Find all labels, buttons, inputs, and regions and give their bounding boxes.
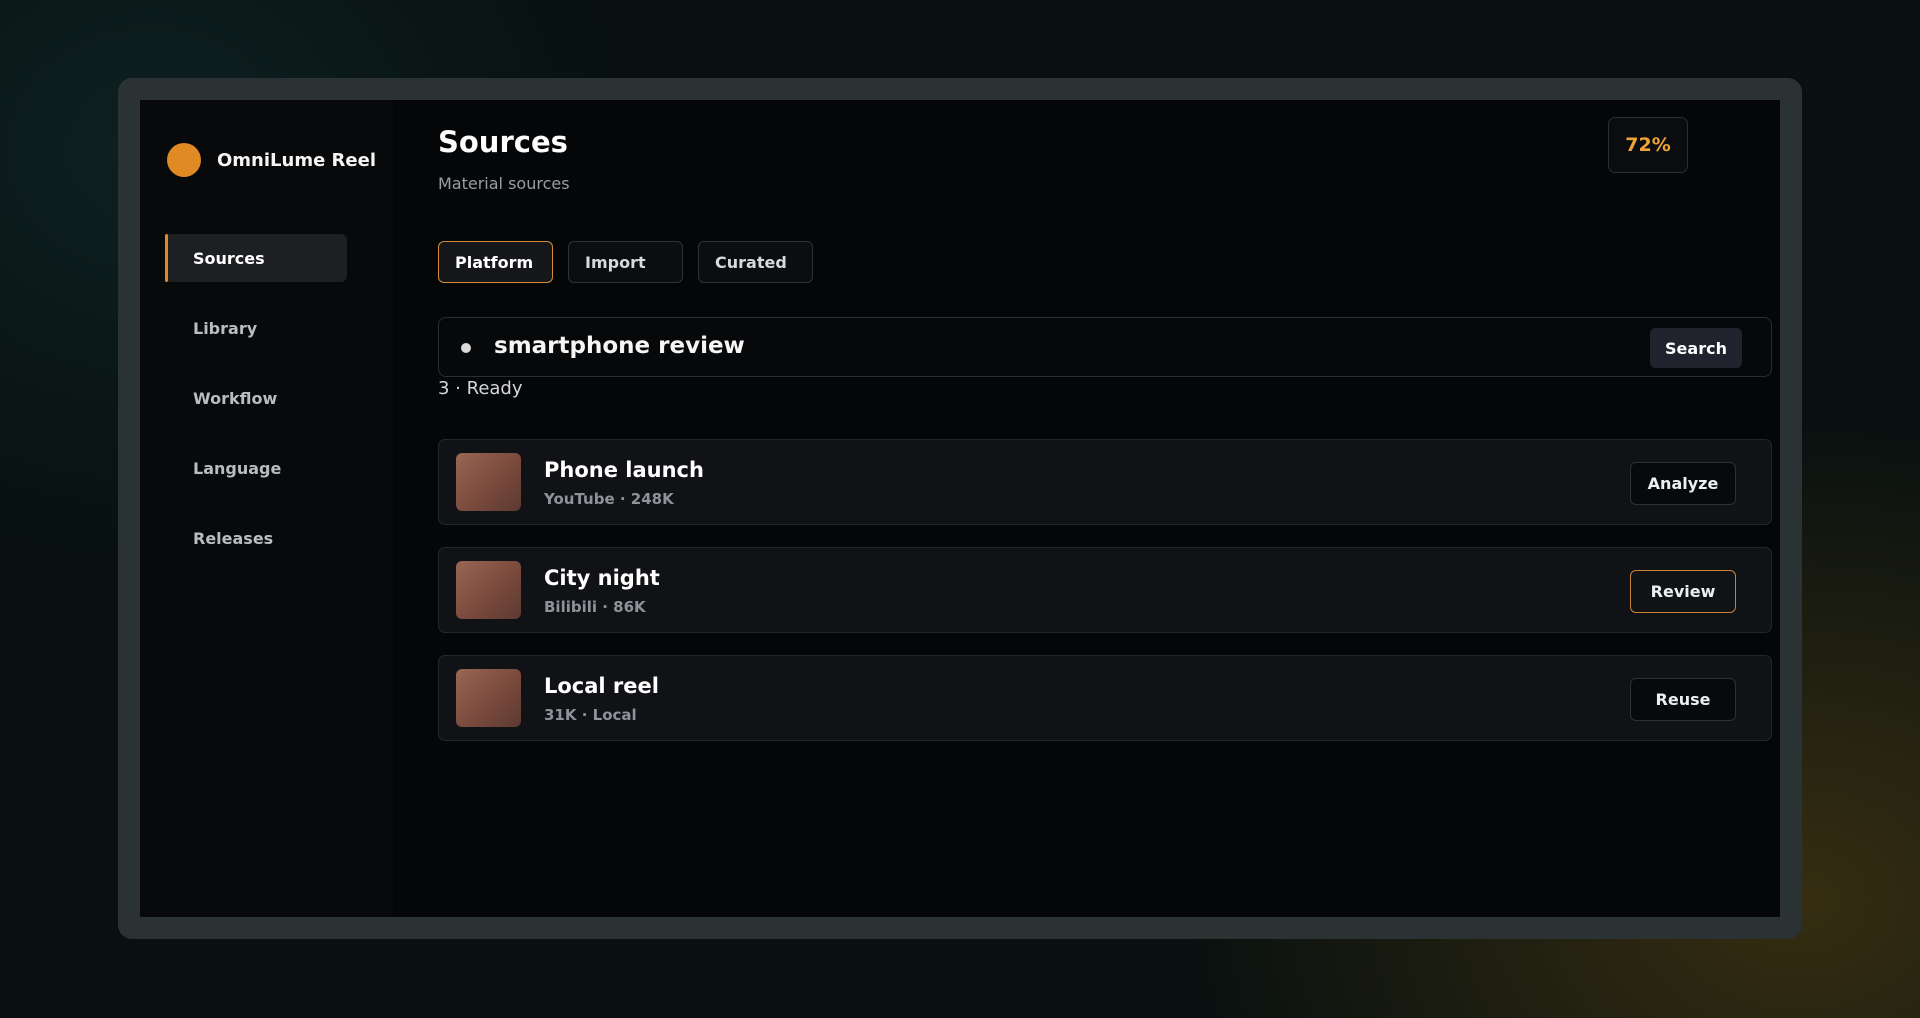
sidebar-nav: Sources Library Workflow Language Releas…: [165, 234, 375, 584]
item-meta: YouTube · 248K: [544, 490, 674, 508]
thumbnail-image: [456, 561, 521, 619]
sidebar-item-label: Sources: [193, 248, 265, 268]
list-item[interactable]: Local reel 31K · Local Reuse: [438, 655, 1772, 741]
thumbnail-image: [456, 669, 521, 727]
sidebar-item-label: Language: [193, 458, 282, 478]
sidebar-item-workflow[interactable]: Workflow: [165, 374, 375, 422]
search-bar[interactable]: smartphone review Search: [438, 317, 1772, 377]
sidebar-item-label: Releases: [193, 528, 274, 548]
sidebar-item-label: Library: [193, 318, 258, 338]
main-content: Sources Material sources 72% Platform Im…: [438, 100, 1780, 917]
brand: OmniLume Reel: [167, 143, 376, 177]
analyze-button[interactable]: Analyze: [1630, 462, 1736, 505]
page-subtitle: Material sources: [438, 174, 570, 193]
sidebar-item-label: Workflow: [193, 388, 278, 408]
app-window: OmniLume Reel Sources Library Workflow L…: [140, 100, 1780, 917]
list-item[interactable]: City night Bilibili · 86K Review: [438, 547, 1772, 633]
review-button[interactable]: Review: [1630, 570, 1736, 613]
thumbnail-image: [456, 453, 521, 511]
sidebar-item-sources[interactable]: Sources: [165, 234, 347, 282]
tab-platform[interactable]: Platform: [438, 241, 553, 283]
status-text: 3 · Ready: [438, 378, 523, 399]
tab-import[interactable]: Import: [568, 241, 683, 283]
sidebar-item-language[interactable]: Language: [165, 444, 375, 492]
sidebar-item-library[interactable]: Library: [165, 304, 375, 352]
sidebar-item-releases[interactable]: Releases: [165, 514, 375, 562]
device-frame: OmniLume Reel Sources Library Workflow L…: [118, 78, 1802, 939]
brand-name: OmniLume Reel: [217, 149, 377, 171]
progress-badge: 72%: [1608, 117, 1688, 173]
item-title: City night: [544, 566, 660, 590]
search-input[interactable]: smartphone review: [494, 333, 745, 359]
search-button[interactable]: Search: [1650, 328, 1742, 368]
search-dot-icon: [461, 343, 471, 353]
sidebar: OmniLume Reel Sources Library Workflow L…: [140, 100, 393, 917]
list-item[interactable]: Phone launch YouTube · 248K Analyze: [438, 439, 1772, 525]
item-title: Phone launch: [544, 458, 704, 482]
item-title: Local reel: [544, 674, 659, 698]
results-list: Phone launch YouTube · 248K Analyze City…: [438, 439, 1772, 763]
reuse-button[interactable]: Reuse: [1630, 678, 1736, 721]
source-tabs: Platform Import Curated: [438, 241, 828, 283]
item-meta: 31K · Local: [544, 706, 637, 724]
tab-curated[interactable]: Curated: [698, 241, 813, 283]
brand-logo-icon: [167, 143, 201, 177]
item-meta: Bilibili · 86K: [544, 598, 646, 616]
page-title: Sources: [438, 125, 568, 159]
